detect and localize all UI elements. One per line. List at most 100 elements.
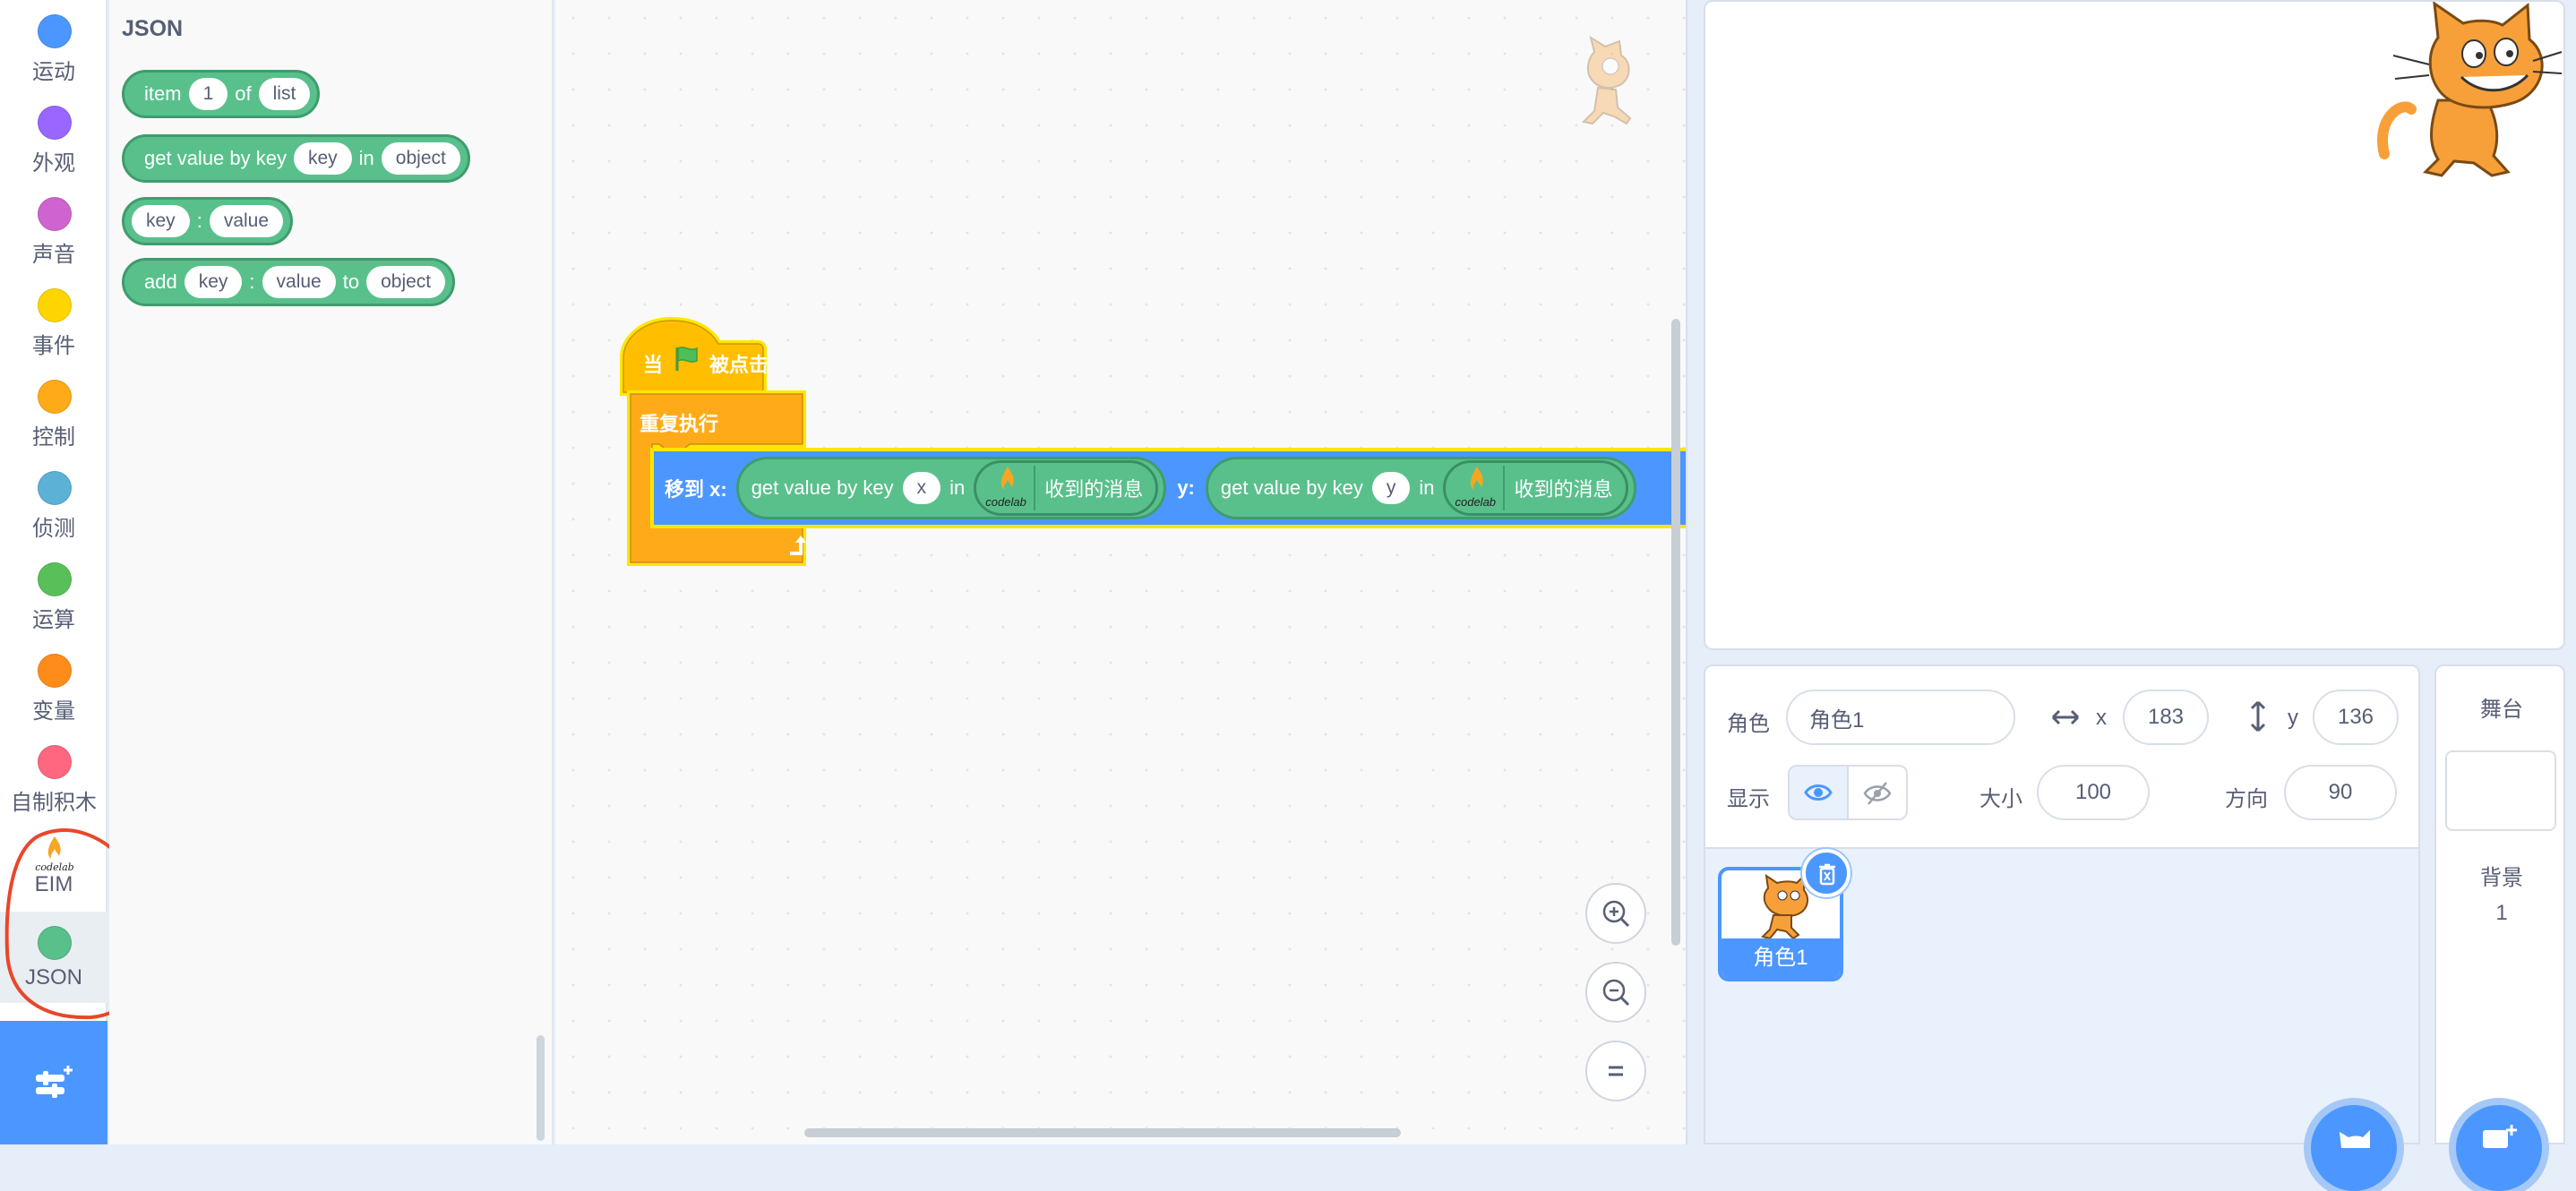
events-dot-icon xyxy=(38,288,72,322)
backdrop-count: 1 xyxy=(2495,901,2508,925)
variables-dot-icon xyxy=(38,654,72,688)
workspace-horizontal-scrollbar[interactable] xyxy=(804,1128,1401,1137)
sprite-thumbnail-icon xyxy=(1761,874,1809,940)
key-value-pair-block[interactable]: key : value xyxy=(122,197,294,245)
category-label: 声音 xyxy=(32,243,75,267)
go-to-xy-block[interactable]: 移到 x: get value by key x in codelab 收到的消… xyxy=(650,448,1686,528)
eye-icon xyxy=(1804,784,1833,801)
category-sound[interactable]: 声音 xyxy=(0,183,107,274)
block-arg[interactable]: value xyxy=(262,266,336,298)
sprite-info-pane: 角色 角色1 x 183 y 136 显示 大小 100 方向 90 角色1 xyxy=(1704,664,2420,1144)
block-palette: JSON item 1 of list get value by key key… xyxy=(109,0,554,1144)
hat-suffix-text: 被点击 xyxy=(709,354,769,376)
block-arg[interactable]: key xyxy=(293,142,352,175)
zoom-out-icon xyxy=(1602,979,1630,1007)
category-operators[interactable]: 运算 xyxy=(0,548,107,639)
size-input[interactable]: 100 xyxy=(2037,765,2150,820)
my-blocks-dot-icon xyxy=(38,745,72,779)
block-text: : xyxy=(249,270,255,293)
block-text: item xyxy=(144,82,182,105)
cat-plus-icon xyxy=(2340,1130,2370,1148)
key-arg-x[interactable]: x xyxy=(902,472,941,504)
sprite-name-input[interactable]: 角色1 xyxy=(1786,690,2015,745)
code-workspace[interactable]: 当 被点击 重复执行 移到 x: get value by key x in c… xyxy=(555,0,1687,1144)
eim-received-message-reporter[interactable]: codelab 收到的消息 xyxy=(1443,460,1628,516)
eim-received-message-reporter[interactable]: codelab 收到的消息 xyxy=(974,460,1159,516)
category-events[interactable]: 事件 xyxy=(0,274,107,365)
choose-backdrop-button[interactable] xyxy=(2456,1105,2542,1191)
hide-sprite-button[interactable] xyxy=(1847,765,1908,820)
zoom-reset-button[interactable] xyxy=(1585,1041,1646,1101)
scratch-cat-sprite[interactable] xyxy=(2375,2,2563,177)
y-label: y xyxy=(2288,706,2298,730)
item-of-list-block[interactable]: item 1 of list xyxy=(122,70,321,118)
direction-label: 方向 xyxy=(2225,787,2268,811)
delete-sprite-button[interactable] xyxy=(1802,849,1850,897)
block-text: : xyxy=(196,210,202,232)
x-position-input[interactable]: 183 xyxy=(2123,690,2209,745)
block-text: get value by key xyxy=(144,147,287,169)
y-position-input[interactable]: 136 xyxy=(2313,690,2399,745)
workspace-vertical-scrollbar[interactable] xyxy=(1671,319,1680,946)
category-looks[interactable]: 外观 xyxy=(0,91,107,183)
stage-thumbnail[interactable] xyxy=(2445,750,2556,831)
block-text: to xyxy=(342,270,360,293)
direction-input[interactable]: 90 xyxy=(2284,765,2397,820)
backdrop-label: 背景 xyxy=(2480,866,2523,890)
block-arg[interactable]: object xyxy=(366,266,446,298)
palette-scrollbar[interactable] xyxy=(537,1035,545,1141)
zoom-in-button[interactable] xyxy=(1585,883,1646,944)
key-arg-y[interactable]: y xyxy=(1371,472,1411,504)
category-label: 运动 xyxy=(32,60,75,84)
category-variables[interactable]: 变量 xyxy=(0,639,107,731)
hat-prefix-text: 当 xyxy=(643,354,664,376)
backdrop-plus-icon xyxy=(2483,1125,2517,1148)
get-value-by-key-block[interactable]: get value by key key in object xyxy=(122,134,470,183)
codelab-flame-logo-icon: codelab xyxy=(983,466,1036,510)
reporter-text: in xyxy=(949,476,966,499)
control-dot-icon xyxy=(38,380,72,414)
block-arg[interactable]: object xyxy=(381,142,460,175)
category-label: 自制积木 xyxy=(11,791,97,815)
size-label: 大小 xyxy=(1979,787,2022,811)
eye-hidden-icon xyxy=(1863,782,1892,805)
block-arg[interactable]: value xyxy=(209,205,284,237)
add-extension-button[interactable] xyxy=(0,1021,107,1144)
category-label: 外观 xyxy=(32,151,75,176)
get-value-by-key-y-reporter[interactable]: get value by key y in codelab 收到的消息 xyxy=(1205,457,1636,519)
reporter-text: in xyxy=(1419,476,1435,499)
stage-canvas[interactable] xyxy=(1704,0,2565,650)
trash-icon xyxy=(1819,863,1835,886)
green-flag-icon xyxy=(675,347,698,371)
category-label: 事件 xyxy=(32,334,75,358)
category-my-blocks[interactable]: 自制积木 xyxy=(0,731,107,822)
category-control[interactable]: 控制 xyxy=(0,365,107,457)
zoom-in-icon xyxy=(1602,900,1630,928)
stage-target-pane[interactable]: 舞台 背景 1 xyxy=(2434,664,2565,1144)
show-sprite-button[interactable] xyxy=(1788,765,1849,820)
category-sensing[interactable]: 侦测 xyxy=(0,457,107,548)
codelab-flame-logo-icon: codelab xyxy=(1453,466,1506,510)
block-text: in xyxy=(358,147,374,169)
category-label: 控制 xyxy=(32,425,75,450)
x-label: x xyxy=(2096,706,2107,730)
category-motion[interactable]: 运动 xyxy=(0,0,107,91)
add-key-value-to-object-block[interactable]: add key : value to object xyxy=(122,258,456,306)
reporter-text: get value by key xyxy=(751,476,894,499)
get-value-by-key-x-reporter[interactable]: get value by key x in codelab 收到的消息 xyxy=(735,457,1167,519)
codelab-logo-text: codelab xyxy=(1455,495,1497,509)
block-arg[interactable]: key xyxy=(132,205,190,237)
sensing-dot-icon xyxy=(38,471,72,505)
choose-sprite-button[interactable] xyxy=(2311,1105,2397,1191)
zoom-out-button[interactable] xyxy=(1585,962,1646,1023)
show-label: 显示 xyxy=(1727,787,1770,811)
reporter-text: get value by key xyxy=(1220,476,1363,499)
horizontal-arrows-icon xyxy=(2051,709,2080,725)
vertical-arrows-icon xyxy=(2250,700,2266,733)
sprite-watermark-icon xyxy=(1581,35,1632,125)
block-text: add xyxy=(144,270,177,293)
block-arg[interactable]: list xyxy=(258,78,311,110)
palette-title: JSON xyxy=(122,16,184,41)
block-arg[interactable]: 1 xyxy=(188,78,228,110)
block-arg[interactable]: key xyxy=(184,266,243,298)
